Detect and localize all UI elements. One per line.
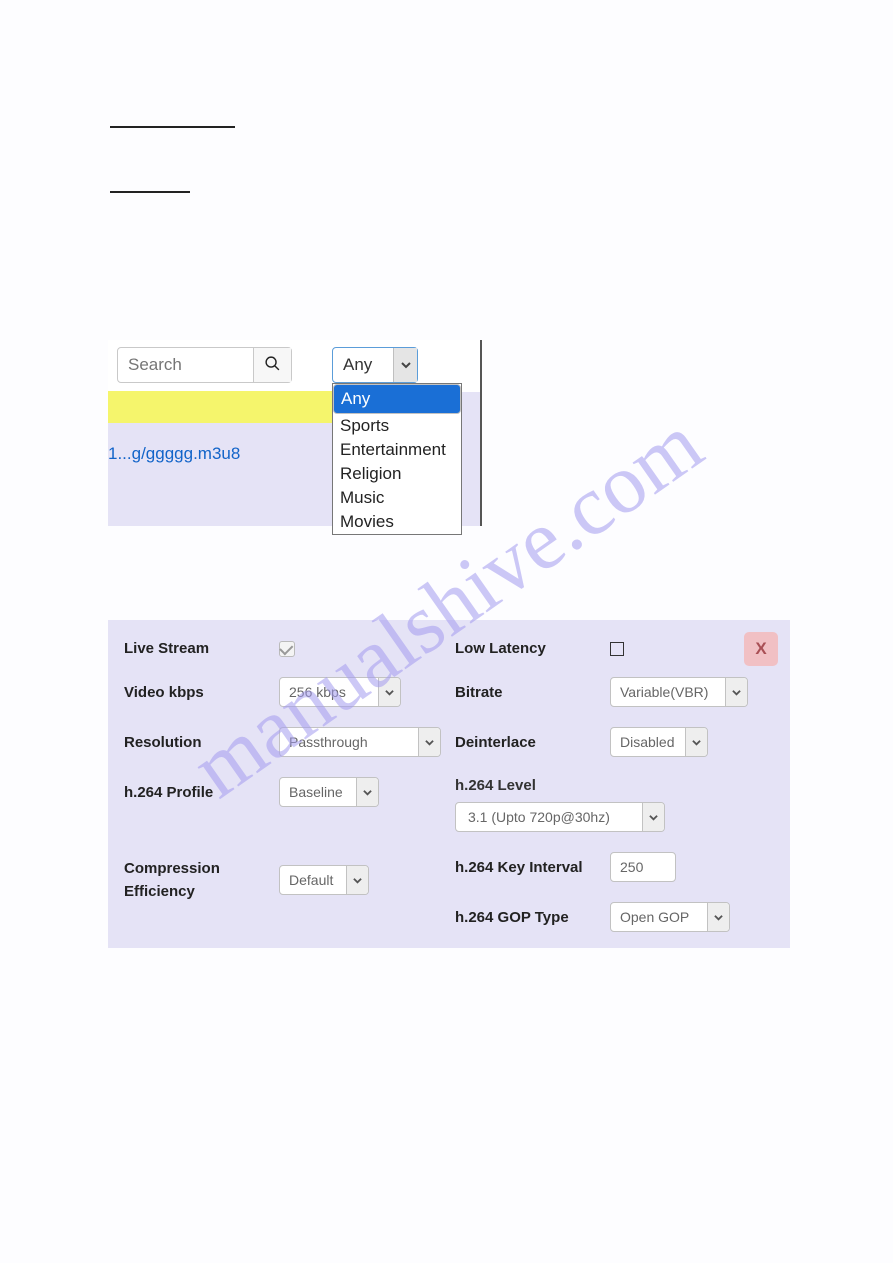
category-option[interactable]: Entertainment <box>333 438 461 462</box>
category-option[interactable]: Any <box>333 384 461 414</box>
chevron-down-icon <box>725 678 747 706</box>
category-option[interactable]: Sports <box>333 414 461 438</box>
compression-efficiency-value: Default <box>289 872 333 888</box>
deinterlace-select[interactable]: Disabled <box>610 727 708 757</box>
bitrate-label: Bitrate <box>455 684 610 701</box>
h264-profile-label: h.264 Profile <box>124 784 279 801</box>
resolution-label: Resolution <box>124 734 279 751</box>
chevron-down-icon <box>685 728 707 756</box>
h264-key-interval-value: 250 <box>620 859 643 875</box>
bitrate-select[interactable]: Variable(VBR) <box>610 677 748 707</box>
highlighted-row[interactable] <box>108 391 354 423</box>
video-kbps-select[interactable]: 256 kbps <box>279 677 401 707</box>
chevron-down-icon <box>642 803 664 831</box>
compression-efficiency-label: Compression Efficiency <box>124 857 279 904</box>
h264-gop-select[interactable]: Open GOP <box>610 902 730 932</box>
close-icon: X <box>755 639 766 659</box>
search-button[interactable] <box>253 348 291 382</box>
h264-key-interval-label: h.264 Key Interval <box>455 859 610 876</box>
h264-key-interval-input[interactable]: 250 <box>610 852 676 882</box>
compression-efficiency-select[interactable]: Default <box>279 865 369 895</box>
encoder-settings-panel: X Live Stream Video kbps 256 kbps Resolu… <box>108 620 790 948</box>
h264-gop-value: Open GOP <box>620 909 689 925</box>
search-input[interactable] <box>118 348 253 382</box>
h264-profile-select[interactable]: Baseline <box>279 777 379 807</box>
category-dropdown[interactable]: Any Sports Entertainment Religion Music … <box>332 383 462 535</box>
h264-profile-value: Baseline <box>289 784 343 800</box>
chevron-down-icon <box>356 778 378 806</box>
chevron-down-icon <box>346 866 368 894</box>
chevron-down-icon <box>418 728 440 756</box>
chevron-down-icon <box>378 678 400 706</box>
low-latency-label: Low Latency <box>455 640 610 657</box>
chevron-down-icon <box>707 903 729 931</box>
category-select-value: Any <box>333 355 393 375</box>
stream-url-cell[interactable]: 1...g/ggggg.m3u8 <box>108 444 240 464</box>
video-kbps-value: 256 kbps <box>289 684 346 700</box>
deinterlace-value: Disabled <box>620 734 674 750</box>
chevron-down-icon <box>393 348 417 382</box>
close-button[interactable]: X <box>744 632 778 666</box>
underline-2 <box>110 175 190 193</box>
live-stream-label: Live Stream <box>124 640 279 657</box>
resolution-value: Passthrough <box>289 734 368 750</box>
category-option[interactable]: Religion <box>333 462 461 486</box>
underline-1 <box>110 110 235 128</box>
deinterlace-label: Deinterlace <box>455 734 610 751</box>
category-option[interactable]: Movies <box>333 510 461 534</box>
live-stream-checkbox[interactable] <box>279 641 295 657</box>
search-field[interactable] <box>117 347 292 383</box>
video-kbps-label: Video kbps <box>124 684 279 701</box>
search-icon <box>264 355 281 376</box>
h264-level-value: 3.1 (Upto 720p@30hz) <box>468 809 610 825</box>
bitrate-value: Variable(VBR) <box>620 684 708 700</box>
category-select[interactable]: Any <box>332 347 418 383</box>
low-latency-checkbox[interactable] <box>610 642 624 656</box>
resolution-select[interactable]: Passthrough <box>279 727 441 757</box>
h264-level-label: h.264 Level <box>455 777 774 794</box>
h264-gop-label: h.264 GOP Type <box>455 909 610 926</box>
h264-level-select[interactable]: 3.1 (Upto 720p@30hz) <box>455 802 665 832</box>
stream-list-panel: Any Any Sports Entertainment Religion Mu… <box>108 340 482 526</box>
category-option[interactable]: Music <box>333 486 461 510</box>
